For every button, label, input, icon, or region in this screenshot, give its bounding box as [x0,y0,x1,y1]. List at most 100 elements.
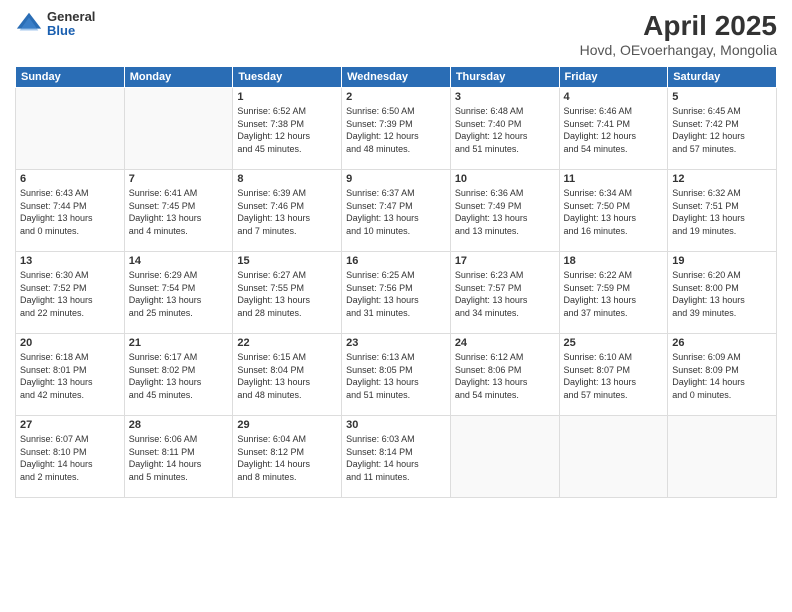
calendar-subtitle: Hovd, OEvoerhangay, Mongolia [580,42,777,58]
calendar-cell: 4Sunrise: 6:46 AM Sunset: 7:41 PM Daylig… [559,88,668,170]
day-number: 18 [564,255,664,267]
calendar-cell: 10 Sunrise: 6:36 AM Sunset: 7:49 PM Dayli… [450,170,559,252]
calendar-cell: 3 Sunrise: 6:48 AM Sunset: 7:40 PM Daylig… [450,88,559,170]
logo-general-text: General [47,10,95,24]
day-number: 16 [346,255,446,267]
day-number: 20 [20,337,120,349]
day-info: Sunrise: 6:12 AM Sunset: 8:06 PM Dayligh… [455,351,555,401]
day-info: Sunrise: 6:46 AM Sunset: 7:41 PM Dayligh… [564,105,664,155]
day-info: Sunrise: 6:32 AM Sunset: 7:51 PM Dayligh… [672,187,772,237]
header-wednesday: Wednesday [342,67,451,88]
day-info: Sunrise: 6:18 AM Sunset: 8:01 PM Dayligh… [20,351,120,401]
day-info: Sunrise: 6:17 AM Sunset: 8:02 PM Dayligh… [129,351,229,401]
calendar-cell: 23Sunrise: 6:13 AM Sunset: 8:05 PM Dayli… [342,334,451,416]
day-info: Sunrise: 6:30 AM Sunset: 7:52 PM Dayligh… [20,269,120,319]
day-info: Sunrise: 6:04 AM Sunset: 8:12 PM Dayligh… [237,433,337,483]
day-info: Sunrise: 6:09 AM Sunset: 8:09 PM Dayligh… [672,351,772,401]
calendar-cell [450,416,559,498]
day-info: Sunrise: 6:25 AM Sunset: 7:56 PM Dayligh… [346,269,446,319]
day-number: 2 [346,91,446,103]
day-info: Sunrise: 6:41 AM Sunset: 7:45 PM Dayligh… [129,187,229,237]
calendar-cell: 22 Sunrise: 6:15 AM Sunset: 8:04 PM Dayli… [233,334,342,416]
day-info: Sunrise: 6:48 AM Sunset: 7:40 PM Dayligh… [455,105,555,155]
day-number: 3 [455,91,555,103]
calendar-cell: 8 Sunrise: 6:39 AM Sunset: 7:46 PM Daylig… [233,170,342,252]
day-info: Sunrise: 6:45 AM Sunset: 7:42 PM Dayligh… [672,105,772,155]
calendar-cell: 12 Sunrise: 6:32 AM Sunset: 7:51 PM Dayli… [668,170,777,252]
day-number: 25 [564,337,664,349]
calendar-cell: 17 Sunrise: 6:23 AM Sunset: 7:57 PM Dayli… [450,252,559,334]
calendar-cell [668,416,777,498]
calendar-cell: 29Sunrise: 6:04 AM Sunset: 8:12 PM Dayli… [233,416,342,498]
calendar-cell: 21Sunrise: 6:17 AM Sunset: 8:02 PM Dayli… [124,334,233,416]
day-info: Sunrise: 6:15 AM Sunset: 8:04 PM Dayligh… [237,351,337,401]
day-info: Sunrise: 6:34 AM Sunset: 7:50 PM Dayligh… [564,187,664,237]
calendar-cell [559,416,668,498]
calendar-cell: 24Sunrise: 6:12 AM Sunset: 8:06 PM Dayli… [450,334,559,416]
calendar-cell: 13 Sunrise: 6:30 AM Sunset: 7:52 PM Dayli… [16,252,125,334]
week-row-3: 20 Sunrise: 6:18 AM Sunset: 8:01 PM Dayli… [16,334,777,416]
day-info: Sunrise: 6:20 AM Sunset: 8:00 PM Dayligh… [672,269,772,319]
day-number: 15 [237,255,337,267]
day-number: 8 [237,173,337,185]
day-number: 28 [129,419,229,431]
header-saturday: Saturday [668,67,777,88]
day-info: Sunrise: 6:27 AM Sunset: 7:55 PM Dayligh… [237,269,337,319]
calendar-cell: 27Sunrise: 6:07 AM Sunset: 8:10 PM Dayli… [16,416,125,498]
day-number: 23 [346,337,446,349]
weekday-header-row: Sunday Monday Tuesday Wednesday Thursday… [16,67,777,88]
calendar-cell: 20 Sunrise: 6:18 AM Sunset: 8:01 PM Dayli… [16,334,125,416]
day-info: Sunrise: 6:39 AM Sunset: 7:46 PM Dayligh… [237,187,337,237]
day-info: Sunrise: 6:07 AM Sunset: 8:10 PM Dayligh… [20,433,120,483]
day-number: 1 [237,91,337,103]
logo: General Blue [15,10,95,39]
calendar-cell: 15 Sunrise: 6:27 AM Sunset: 7:55 PM Dayli… [233,252,342,334]
calendar-cell: 16 Sunrise: 6:25 AM Sunset: 7:56 PM Dayli… [342,252,451,334]
calendar-table: Sunday Monday Tuesday Wednesday Thursday… [15,66,777,498]
calendar-cell: 25 Sunrise: 6:10 AM Sunset: 8:07 PM Dayli… [559,334,668,416]
calendar-cell: 7 Sunrise: 6:41 AM Sunset: 7:45 PM Daylig… [124,170,233,252]
day-number: 12 [672,173,772,185]
day-info: Sunrise: 6:10 AM Sunset: 8:07 PM Dayligh… [564,351,664,401]
calendar-cell: 9 Sunrise: 6:37 AM Sunset: 7:47 PM Daylig… [342,170,451,252]
header-thursday: Thursday [450,67,559,88]
calendar-cell: 18 Sunrise: 6:22 AM Sunset: 7:59 PM Dayli… [559,252,668,334]
day-number: 14 [129,255,229,267]
header-tuesday: Tuesday [233,67,342,88]
day-info: Sunrise: 6:22 AM Sunset: 7:59 PM Dayligh… [564,269,664,319]
title-block: April 2025 Hovd, OEvoerhangay, Mongolia [580,10,777,58]
header-monday: Monday [124,67,233,88]
day-info: Sunrise: 6:52 AM Sunset: 7:38 PM Dayligh… [237,105,337,155]
logo-text: General Blue [47,10,95,39]
header: General Blue April 2025 Hovd, OEvoerhang… [15,10,777,58]
calendar-cell: 14 Sunrise: 6:29 AM Sunset: 7:54 PM Dayli… [124,252,233,334]
day-info: Sunrise: 6:37 AM Sunset: 7:47 PM Dayligh… [346,187,446,237]
day-number: 9 [346,173,446,185]
day-info: Sunrise: 6:06 AM Sunset: 8:11 PM Dayligh… [129,433,229,483]
day-number: 10 [455,173,555,185]
calendar-cell: 26 Sunrise: 6:09 AM Sunset: 8:09 PM Dayli… [668,334,777,416]
week-row-2: 13 Sunrise: 6:30 AM Sunset: 7:52 PM Dayli… [16,252,777,334]
day-number: 26 [672,337,772,349]
calendar-cell: 28 Sunrise: 6:06 AM Sunset: 8:11 PM Dayli… [124,416,233,498]
day-number: 7 [129,173,229,185]
day-number: 22 [237,337,337,349]
day-info: Sunrise: 6:03 AM Sunset: 8:14 PM Dayligh… [346,433,446,483]
calendar-cell: 6Sunrise: 6:43 AM Sunset: 7:44 PM Daylig… [16,170,125,252]
calendar-cell: 11Sunrise: 6:34 AM Sunset: 7:50 PM Dayli… [559,170,668,252]
day-info: Sunrise: 6:36 AM Sunset: 7:49 PM Dayligh… [455,187,555,237]
calendar-cell [124,88,233,170]
day-info: Sunrise: 6:29 AM Sunset: 7:54 PM Dayligh… [129,269,229,319]
day-number: 5 [672,91,772,103]
day-info: Sunrise: 6:50 AM Sunset: 7:39 PM Dayligh… [346,105,446,155]
day-number: 30 [346,419,446,431]
calendar-cell: 1 Sunrise: 6:52 AM Sunset: 7:38 PM Daylig… [233,88,342,170]
week-row-0: 1 Sunrise: 6:52 AM Sunset: 7:38 PM Daylig… [16,88,777,170]
calendar-cell [16,88,125,170]
header-sunday: Sunday [16,67,125,88]
day-number: 13 [20,255,120,267]
page: General Blue April 2025 Hovd, OEvoerhang… [0,0,792,612]
day-info: Sunrise: 6:23 AM Sunset: 7:57 PM Dayligh… [455,269,555,319]
calendar-cell: 2 Sunrise: 6:50 AM Sunset: 7:39 PM Daylig… [342,88,451,170]
day-number: 17 [455,255,555,267]
